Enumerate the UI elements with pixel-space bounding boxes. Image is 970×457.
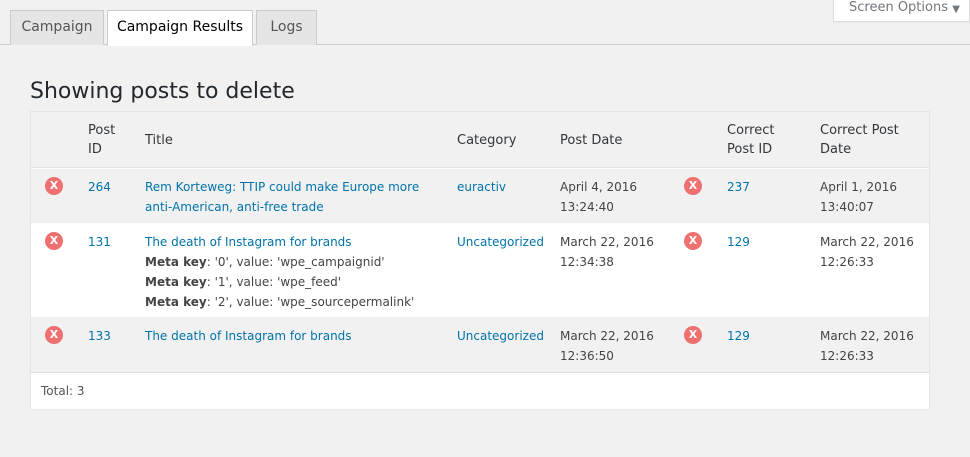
post-title-link[interactable]: The death of Instagram for brands [145,326,445,346]
page-title: Showing posts to delete [30,79,295,104]
delete-correct-post-icon[interactable]: X [684,177,702,195]
column-header-correct-post-id-line2: Post ID [727,142,773,157]
post-date-day: March 22, 2016 [560,329,654,343]
correct-post-date-time: 13:40:07 [820,200,874,214]
delete-post-icon[interactable]: X [45,232,63,250]
correct-post-date-time: 12:26:33 [820,255,874,269]
category-link[interactable]: euractiv [457,177,506,197]
results-table: Post ID Title Category Post Date Correct… [30,111,930,409]
column-header-post-id: Post ID [88,121,115,159]
post-date-day: March 22, 2016 [560,235,654,249]
tab-campaign[interactable]: Campaign [10,10,104,45]
column-header-category: Category [457,133,517,148]
post-date: March 22, 2016 12:34:38 [560,232,654,272]
screen-options-label: Screen Options [849,0,948,15]
post-id-link[interactable]: 131 [88,232,111,252]
correct-post-id-link[interactable]: 237 [727,177,750,197]
column-header-correct-post-id: Correct Post ID [727,121,774,159]
total-count: Total: 3 [41,384,85,398]
correct-post-date-time: 12:26:33 [820,349,874,363]
correct-post-id-link[interactable]: 129 [727,326,750,346]
post-date-time: 13:24:40 [560,200,614,214]
column-header-correct-post-date-line2: Date [820,142,852,157]
category-link[interactable]: Uncategorized [457,326,544,346]
post-date-day: April 4, 2016 [560,180,638,194]
correct-post-date: March 22, 2016 12:26:33 [820,232,914,272]
meta-value: : '0', value: 'wpe_campaignid' [206,255,385,269]
correct-post-date-day: March 22, 2016 [820,329,914,343]
column-header-correct-post-date: Correct Post Date [820,121,899,159]
column-header-title: Title [145,133,173,148]
meta-key-label: Meta key [145,295,207,309]
tab-campaign-results[interactable]: Campaign Results [107,10,253,46]
category-link[interactable]: Uncategorized [457,232,544,252]
post-title-link-line2[interactable]: anti-American, anti-free trade [145,197,445,217]
meta-key-label: Meta key [145,275,207,289]
table-row: X 264 Rem Korteweg: TTIP could make Euro… [31,169,929,223]
post-date: April 4, 2016 13:24:40 [560,177,637,217]
meta-key-label: Meta key [145,255,207,269]
correct-post-date-day: April 1, 2016 [820,180,898,194]
correct-post-date: March 22, 2016 12:26:33 [820,326,914,366]
caret-down-icon: ▼ [952,4,960,15]
post-date: March 22, 2016 12:36:50 [560,326,654,366]
table-header: Post ID Title Category Post Date Correct… [31,112,929,168]
meta-value: : '2', value: 'wpe_sourcepermalink' [206,295,415,309]
title-cell: The death of Instagram for brands [145,326,445,346]
post-id-link[interactable]: 133 [88,326,111,346]
column-header-correct-post-id-line1: Correct [727,123,775,138]
table-footer: Total: 3 [31,372,929,409]
delete-correct-post-icon[interactable]: X [684,326,702,344]
column-header-post-id-line1: Post [88,123,116,138]
title-cell: Rem Korteweg: TTIP could make Europe mor… [145,177,445,217]
table-row: X 133 The death of Instagram for brands … [31,317,929,372]
tab-logs[interactable]: Logs [256,10,317,45]
meta-value: : '1', value: 'wpe_feed' [206,275,342,289]
meta-line: Meta key: '1', value: 'wpe_feed' [145,272,445,292]
meta-line: Meta key: '2', value: 'wpe_sourcepermali… [145,292,445,312]
post-id-link[interactable]: 264 [88,177,111,197]
table-row: X 131 The death of Instagram for brands … [31,223,929,317]
screen-options-button[interactable]: Screen Options ▼ [833,0,970,22]
delete-post-icon[interactable]: X [45,177,63,195]
title-cell: The death of Instagram for brands Meta k… [145,232,445,312]
post-title-link[interactable]: Rem Korteweg: TTIP could make Europe mor… [145,177,445,197]
post-title-link[interactable]: The death of Instagram for brands [145,232,445,252]
column-header-correct-post-date-line1: Correct Post [820,123,899,138]
post-date-time: 12:34:38 [560,255,614,269]
correct-post-id-link[interactable]: 129 [727,232,750,252]
correct-post-date: April 1, 2016 13:40:07 [820,177,897,217]
meta-line: Meta key: '0', value: 'wpe_campaignid' [145,252,445,272]
tab-bar: Campaign Campaign Results Logs [0,0,970,46]
delete-post-icon[interactable]: X [45,326,63,344]
correct-post-date-day: March 22, 2016 [820,235,914,249]
column-header-post-date: Post Date [560,133,623,148]
column-header-post-id-line2: ID [88,142,102,157]
post-date-time: 12:36:50 [560,349,614,363]
delete-correct-post-icon[interactable]: X [684,232,702,250]
